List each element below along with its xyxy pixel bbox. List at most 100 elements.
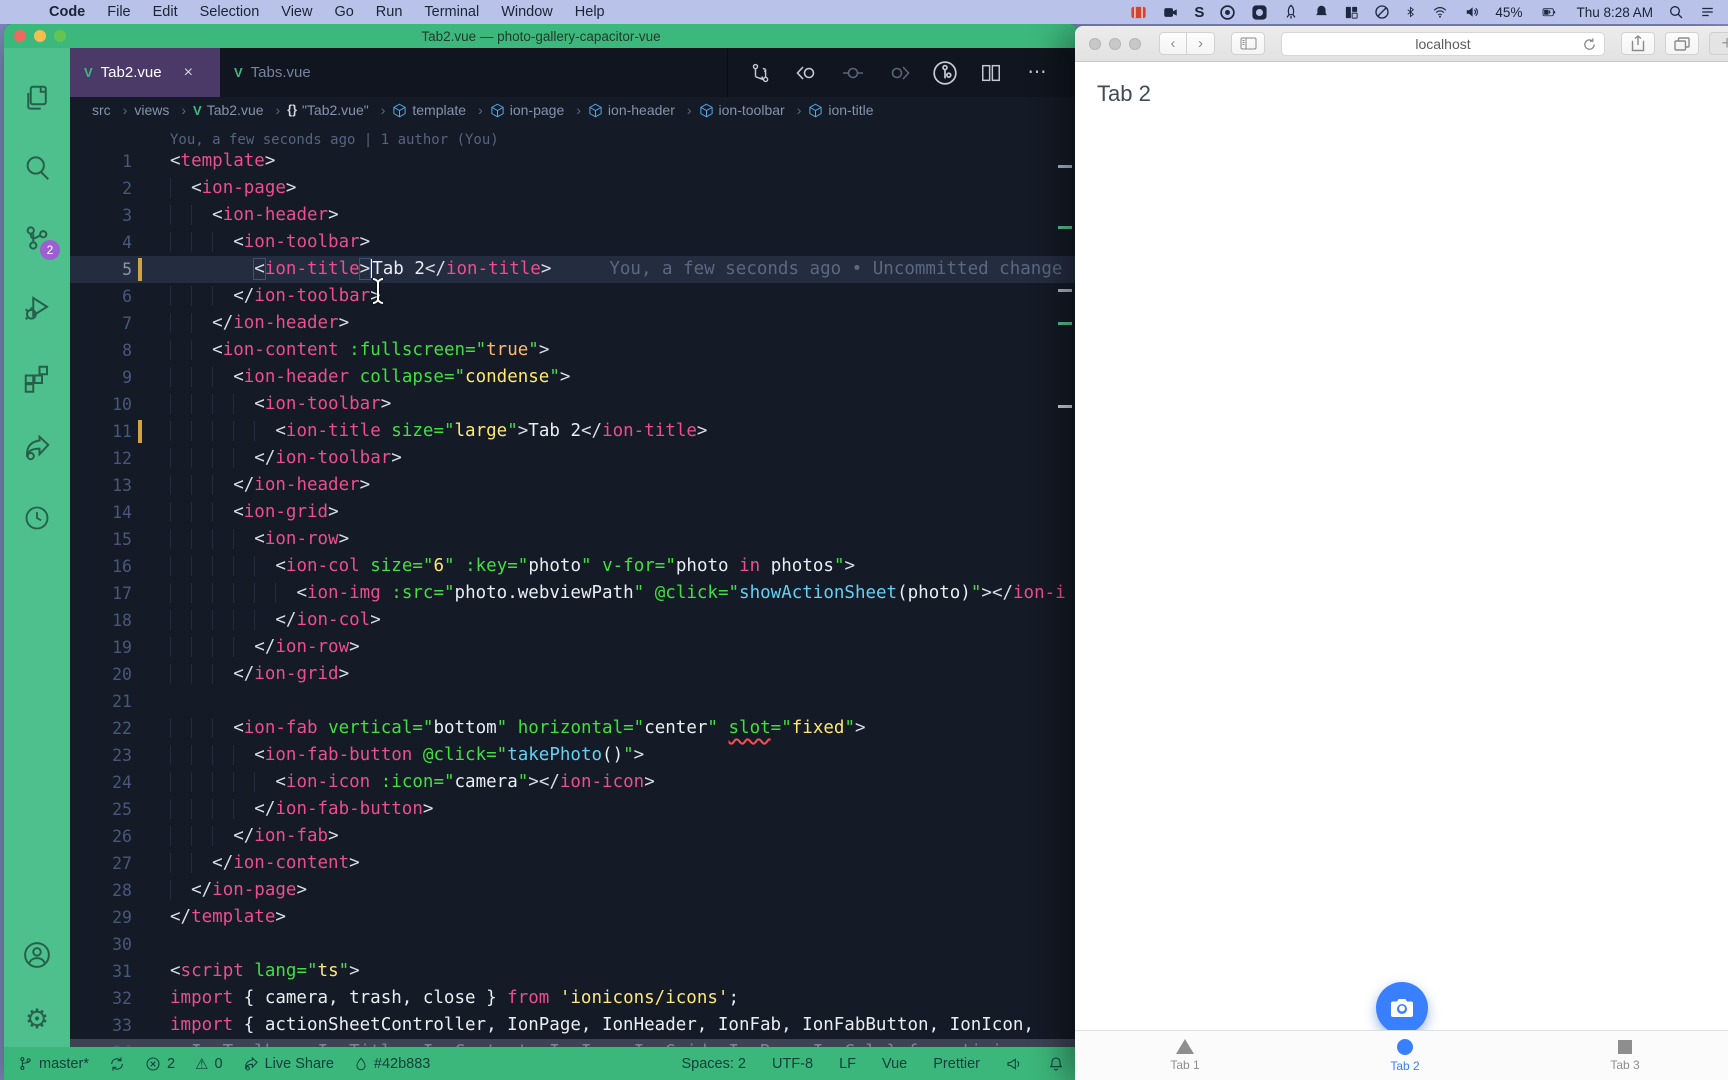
editor-tab-tabs.vue[interactable]: VTabs.vue: [220, 48, 370, 97]
code-line-24[interactable]: 24 <ion-icon :icon="camera"></ion-icon>: [70, 769, 1078, 796]
menu-clock[interactable]: Thu 8:28 AM: [1576, 5, 1653, 20]
code-line-8[interactable]: 8 <ion-content :fullscreen="true">: [70, 337, 1078, 364]
status-errors[interactable]: 2: [145, 1056, 175, 1072]
code-line-18[interactable]: 18 </ion-col>: [70, 607, 1078, 634]
address-bar[interactable]: localhost: [1281, 32, 1605, 56]
code-line-30[interactable]: 30: [70, 931, 1078, 958]
code-line-16[interactable]: 16 <ion-col size="6" :key="photo" v-for=…: [70, 553, 1078, 580]
breadcrumb-item[interactable]: ion-page›: [490, 102, 588, 118]
code-line-6[interactable]: 6 </ion-toolbar>: [70, 283, 1078, 310]
wifi-menu-icon[interactable]: [1431, 5, 1449, 19]
status-sync[interactable]: [109, 1056, 125, 1072]
code-line-11[interactable]: 11 <ion-title size="large">Tab 2</ion-ti…: [70, 418, 1078, 445]
code-line-26[interactable]: 26 </ion-fab>: [70, 823, 1078, 850]
volume-menu-icon[interactable]: [1464, 5, 1480, 19]
sidebar-toggle-button[interactable]: [1231, 32, 1265, 55]
code-editor[interactable]: 1<template>2 <ion-page>3 <ion-header>4 <…: [70, 148, 1078, 1047]
breadcrumb[interactable]: src›views›VTab2.vue›{}"Tab2.vue"›templat…: [70, 97, 1078, 123]
code-line-2[interactable]: 2 <ion-page>: [70, 175, 1078, 202]
menu-item-selection[interactable]: Selection: [200, 4, 260, 20]
file-history-icon[interactable]: [932, 60, 958, 86]
navigate-forward-icon[interactable]: [886, 61, 912, 85]
rocket-menu-icon[interactable]: [1283, 4, 1299, 20]
status-notifications[interactable]: [1048, 1056, 1064, 1072]
code-line-29[interactable]: 29</template>: [70, 904, 1078, 931]
code-line-20[interactable]: 20 </ion-grid>: [70, 661, 1078, 688]
code-line-10[interactable]: 10 <ion-toolbar>: [70, 391, 1078, 418]
menu-item-go[interactable]: Go: [334, 4, 353, 20]
code-line-33[interactable]: 33import { actionSheetController, IonPag…: [70, 1012, 1078, 1039]
ionic-tab-tab2[interactable]: Tab 2: [1295, 1031, 1515, 1080]
breadcrumb-item[interactable]: views›: [134, 102, 193, 118]
minimize-window-button[interactable]: [34, 30, 46, 42]
menu-item-view[interactable]: View: [281, 4, 312, 20]
safari-minimize-button[interactable]: [1109, 38, 1121, 50]
code-line-25[interactable]: 25 </ion-fab-button>: [70, 796, 1078, 823]
code-line-7[interactable]: 7 </ion-header>: [70, 310, 1078, 337]
fil-menu-icon[interactable]: [1130, 4, 1147, 21]
code-line-19[interactable]: 19 </ion-row>: [70, 634, 1078, 661]
menu-item-code[interactable]: Code: [49, 4, 85, 20]
safari-zoom-button[interactable]: [1129, 38, 1141, 50]
code-line-1[interactable]: 1<template>: [70, 148, 1078, 175]
breadcrumb-item[interactable]: ion-title: [808, 102, 873, 118]
menu-item-file[interactable]: File: [107, 4, 130, 20]
status-encoding[interactable]: UTF-8: [772, 1056, 813, 1072]
activity-explorer[interactable]: [17, 78, 57, 118]
safari-close-button[interactable]: [1089, 38, 1101, 50]
activity-run-and-debug[interactable]: [17, 288, 57, 328]
activity-search[interactable]: [17, 148, 57, 188]
screen-menu-icon[interactable]: [1251, 4, 1268, 21]
status-warnings[interactable]: ⚠0: [195, 1055, 223, 1073]
breadcrumb-item[interactable]: src›: [92, 102, 134, 118]
back-button[interactable]: ‹: [1159, 32, 1187, 55]
status-formatter[interactable]: Prettier: [933, 1056, 980, 1072]
open-changes-icon[interactable]: [748, 62, 774, 84]
breadcrumb-item[interactable]: ion-header›: [588, 102, 699, 118]
breadcrumb-item[interactable]: ion-toolbar›: [699, 102, 809, 118]
breadcrumb-item[interactable]: VTab2.vue›: [193, 102, 287, 118]
editor-tab-tab2.vue[interactable]: VTab2.vue×: [70, 48, 220, 97]
vscode-titlebar[interactable]: Tab2.vue — photo-gallery-capacitor-vue: [4, 24, 1078, 48]
ionic-tab-tab1[interactable]: Tab 1: [1075, 1031, 1295, 1080]
code-line-34[interactable]: 34 IonToolbar, IonTitle, IonContent, Ion…: [70, 1039, 1078, 1047]
code-line-4[interactable]: 4 <ion-toolbar>: [70, 229, 1078, 256]
more-actions-icon[interactable]: ⋯: [1024, 63, 1050, 82]
close-tab-icon[interactable]: ×: [184, 64, 193, 82]
menu-item-terminal[interactable]: Terminal: [424, 4, 479, 20]
status-git-branch[interactable]: master*: [18, 1056, 89, 1072]
menu-item-edit[interactable]: Edit: [153, 4, 178, 20]
activity-source-control[interactable]: 2: [17, 218, 57, 258]
breadcrumb-item[interactable]: {}"Tab2.vue"›: [287, 102, 392, 118]
status-eol[interactable]: LF: [839, 1056, 856, 1072]
status-indentation[interactable]: Spaces: 2: [681, 1056, 746, 1072]
breadcrumb-item[interactable]: template›: [392, 102, 489, 118]
reload-icon[interactable]: [1582, 37, 1597, 52]
status-language-mode[interactable]: Vue: [882, 1056, 907, 1072]
code-line-31[interactable]: 31<script lang="ts">: [70, 958, 1078, 985]
bluetooth-menu-icon[interactable]: [1405, 4, 1416, 20]
forward-button[interactable]: ›: [1187, 32, 1215, 55]
zoom-window-button[interactable]: [54, 30, 66, 42]
code-line-5[interactable]: 5 <ion-title>Tab 2</ion-title>You, a few…: [70, 256, 1078, 283]
camera-menu-icon[interactable]: [1162, 5, 1179, 20]
code-line-21[interactable]: 21: [70, 688, 1078, 715]
activity-extensions[interactable]: [17, 358, 57, 398]
activity-timeline[interactable]: [17, 498, 57, 538]
navigate-position-icon[interactable]: [840, 61, 866, 85]
code-line-22[interactable]: 22 <ion-fab vertical="bottom" horizontal…: [70, 715, 1078, 742]
menu-item-window[interactable]: Window: [501, 4, 553, 20]
tab-overview-button[interactable]: [1665, 32, 1699, 55]
code-line-17[interactable]: 17 <ion-img :src="photo.webviewPath" @cl…: [70, 580, 1078, 607]
status-color-hex[interactable]: #42b883: [354, 1056, 430, 1072]
menu-item-run[interactable]: Run: [376, 4, 403, 20]
close-window-button[interactable]: [14, 30, 26, 42]
code-line-27[interactable]: 27 </ion-content>: [70, 850, 1078, 877]
bell-menu-icon[interactable]: [1314, 4, 1329, 20]
menu-item-help[interactable]: Help: [575, 4, 605, 20]
share-button[interactable]: [1621, 32, 1655, 55]
ionic-tab-tab3[interactable]: Tab 3: [1515, 1031, 1728, 1080]
shush-menu-icon[interactable]: S: [1194, 4, 1204, 21]
code-line-28[interactable]: 28 </ion-page>: [70, 877, 1078, 904]
code-line-9[interactable]: 9 <ion-header collapse="condense">: [70, 364, 1078, 391]
